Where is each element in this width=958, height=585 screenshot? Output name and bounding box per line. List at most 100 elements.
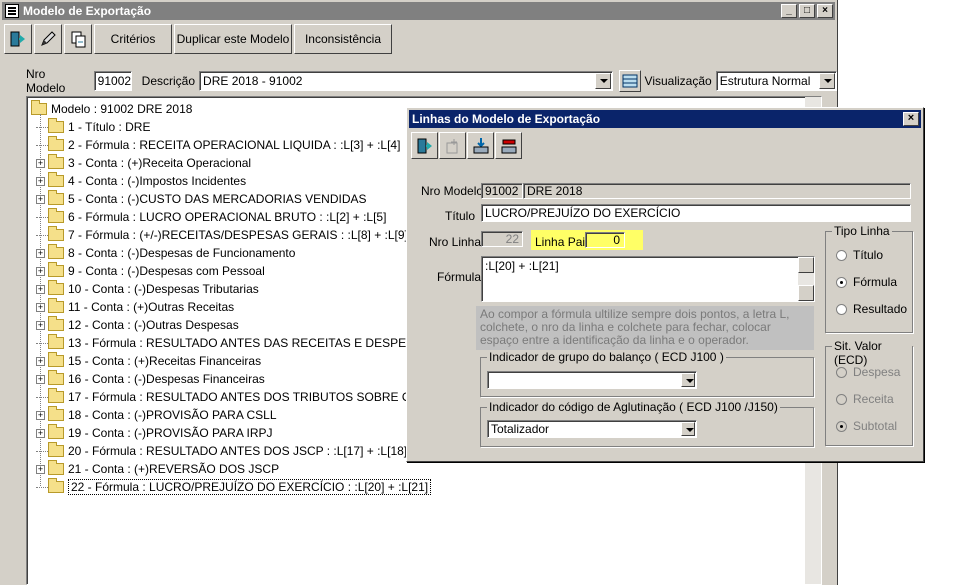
radio-formula[interactable]: Fórmula bbox=[836, 275, 897, 289]
view-options-button[interactable] bbox=[618, 70, 641, 92]
copy-button[interactable] bbox=[64, 24, 92, 54]
main-titlebar[interactable]: Modelo de Exportação _ □ × bbox=[2, 2, 835, 20]
tree-item[interactable]: 13 - Fórmula : RESULTADO ANTES DAS RECEI… bbox=[36, 334, 444, 352]
radio-resultado[interactable]: Resultado bbox=[836, 302, 907, 316]
tree-item[interactable]: 17 - Fórmula : RESULTADO ANTES DOS TRIBU… bbox=[36, 388, 447, 406]
folder-icon bbox=[48, 172, 64, 187]
formula-scrollbar[interactable] bbox=[798, 257, 814, 301]
scroll-up-button[interactable] bbox=[798, 257, 814, 273]
expand-plus-icon[interactable]: + bbox=[36, 374, 45, 384]
nro-linha-field: 22 bbox=[481, 231, 523, 247]
tree-item[interactable]: +4 - Conta : (-)Impostos Incidentes bbox=[36, 172, 246, 190]
dialog-titlebar[interactable]: Linhas do Modelo de Exportação × bbox=[409, 110, 921, 128]
nro-modelo-field[interactable]: 91002 bbox=[93, 71, 132, 91]
tree-connector bbox=[36, 127, 48, 128]
maximize-button[interactable]: □ bbox=[799, 4, 815, 18]
close-button[interactable]: × bbox=[817, 4, 833, 18]
dialog-new-button[interactable] bbox=[439, 132, 466, 159]
delete-tray-icon bbox=[501, 139, 516, 153]
tree-item[interactable]: 6 - Fórmula : LUCRO OPERACIONAL BRUTO : … bbox=[36, 208, 386, 226]
save-tray-icon bbox=[473, 137, 488, 153]
chevron-down-icon[interactable] bbox=[681, 422, 695, 436]
dialog-close-button[interactable]: × bbox=[903, 112, 919, 126]
dialog-delete-button[interactable] bbox=[495, 132, 522, 159]
linha-pai-label: Linha Pai bbox=[535, 235, 586, 249]
tree-item[interactable]: +5 - Conta : (-)CUSTO DAS MERCADORIAS VE… bbox=[36, 190, 367, 208]
tree-item[interactable]: +9 - Conta : (-)Despesas com Pessoal bbox=[36, 262, 265, 280]
tree-item[interactable]: +8 - Conta : (-)Despesas de Funcionament… bbox=[36, 244, 295, 262]
radio-despesa[interactable]: Despesa bbox=[836, 365, 900, 379]
chevron-down-icon[interactable] bbox=[594, 73, 611, 89]
radio-circle-icon[interactable] bbox=[836, 303, 847, 315]
tree-item[interactable]: 2 - Fórmula : RECEITA OPERACIONAL LIQUID… bbox=[36, 136, 400, 154]
tree-item[interactable]: +15 - Conta : (+)Receitas Financeiras bbox=[36, 352, 261, 370]
visualizacao-select[interactable]: Estrutura Normal bbox=[715, 71, 837, 91]
formula-hint: Ao compor a fórmula ultilize sempre dois… bbox=[476, 306, 814, 350]
radio-titulo[interactable]: Título bbox=[836, 248, 883, 262]
formula-label: Fórmula bbox=[437, 270, 482, 284]
expand-plus-icon[interactable]: + bbox=[36, 176, 45, 186]
titulo-field[interactable]: LUCRO/PREJUÍZO DO EXERCÍCIO bbox=[481, 204, 911, 222]
dialog-save-button[interactable] bbox=[467, 132, 494, 159]
folder-icon bbox=[48, 280, 64, 295]
expand-plus-icon[interactable]: + bbox=[36, 410, 45, 420]
folder-icon bbox=[48, 478, 64, 493]
folder-open-icon bbox=[31, 100, 47, 115]
expand-plus-icon[interactable]: + bbox=[36, 320, 45, 330]
expand-plus-icon[interactable]: + bbox=[36, 302, 45, 312]
tree-item[interactable]: +10 - Conta : (-)Despesas Tributarias bbox=[36, 280, 259, 298]
dlg-nro-modelo-label: Nro Modelo bbox=[421, 184, 484, 198]
radio-circle-icon[interactable] bbox=[836, 249, 847, 261]
tree-item[interactable]: 1 - Título : DRE bbox=[36, 118, 150, 136]
visualizacao-label: Visualização bbox=[644, 74, 712, 88]
grupo-balanco-select[interactable] bbox=[487, 371, 697, 389]
tree-item[interactable]: +3 - Conta : (+)Receita Operacional bbox=[36, 154, 251, 172]
aglutinacao-select[interactable]: Totalizador bbox=[487, 420, 697, 438]
radio-circle-icon[interactable] bbox=[836, 393, 847, 405]
app-icon bbox=[5, 4, 19, 18]
tree-item[interactable]: +16 - Conta : (-)Despesas Financeiras bbox=[36, 370, 265, 388]
tree-item[interactable]: +18 - Conta : (-)PROVISÃO PARA CSLL bbox=[36, 406, 277, 424]
exit-button[interactable] bbox=[4, 24, 32, 54]
expand-plus-icon[interactable]: + bbox=[36, 194, 45, 204]
folder-icon bbox=[48, 388, 64, 403]
expand-plus-icon[interactable]: + bbox=[36, 248, 45, 258]
expand-plus-icon[interactable]: + bbox=[36, 428, 45, 438]
tree-item[interactable]: +11 - Conta : (+)Outras Receitas bbox=[36, 298, 234, 316]
dialog-exit-button[interactable] bbox=[411, 132, 438, 159]
radio-circle-icon[interactable] bbox=[836, 366, 847, 378]
expand-plus-icon[interactable]: + bbox=[36, 158, 45, 168]
tree-item[interactable]: 20 - Fórmula : RESULTADO ANTES DOS JSCP … bbox=[36, 442, 444, 460]
expand-plus-icon[interactable]: + bbox=[36, 266, 45, 276]
tree-root[interactable]: Modelo : 91002 DRE 2018 bbox=[31, 100, 192, 118]
descricao-select[interactable]: DRE 2018 - 91002 bbox=[199, 71, 613, 91]
nro-modelo-label: Nro Modelo bbox=[26, 67, 66, 95]
main-toolbar: Critérios Duplicar este Modelo Inconsist… bbox=[4, 24, 392, 54]
chevron-down-icon[interactable] bbox=[819, 73, 835, 89]
tree-item[interactable]: +12 - Conta : (-)Outras Despesas bbox=[36, 316, 239, 334]
duplicar-modelo-button[interactable]: Duplicar este Modelo bbox=[174, 24, 292, 54]
scroll-down-button[interactable] bbox=[798, 285, 814, 301]
copy-pages-icon bbox=[71, 31, 86, 48]
criterios-button[interactable]: Critérios bbox=[94, 24, 172, 54]
tree-item[interactable]: 22 - Fórmula : LUCRO/PREJUÍZO DO EXERCÍC… bbox=[36, 478, 432, 496]
edit-button[interactable] bbox=[34, 24, 62, 54]
inconsistencia-button[interactable]: Inconsistência bbox=[294, 24, 392, 54]
minimize-button[interactable]: _ bbox=[781, 4, 797, 18]
linha-pai-field[interactable]: 0 bbox=[585, 232, 625, 248]
tree-connector bbox=[36, 451, 48, 452]
radio-checked-icon[interactable] bbox=[836, 420, 847, 432]
tree-item[interactable]: +21 - Conta : (+)REVERSÃO DOS JSCP bbox=[36, 460, 279, 478]
radio-subtotal[interactable]: Subtotal bbox=[836, 419, 897, 433]
window-title: Modelo de Exportação bbox=[23, 4, 152, 18]
tree-item[interactable]: +19 - Conta : (-)PROVISÃO PARA IRPJ bbox=[36, 424, 273, 442]
expand-plus-icon[interactable]: + bbox=[36, 356, 45, 366]
formula-textarea[interactable]: :L[20] + :L[21] bbox=[481, 256, 815, 302]
radio-checked-icon[interactable] bbox=[836, 276, 847, 288]
folder-icon bbox=[48, 424, 64, 439]
expand-plus-icon[interactable]: + bbox=[36, 464, 45, 474]
radio-receita[interactable]: Receita bbox=[836, 392, 894, 406]
tree-item[interactable]: 7 - Fórmula : (+/-)RECEITAS/DESPESAS GER… bbox=[36, 226, 446, 244]
expand-plus-icon[interactable]: + bbox=[36, 284, 45, 294]
chevron-down-icon[interactable] bbox=[681, 373, 695, 387]
